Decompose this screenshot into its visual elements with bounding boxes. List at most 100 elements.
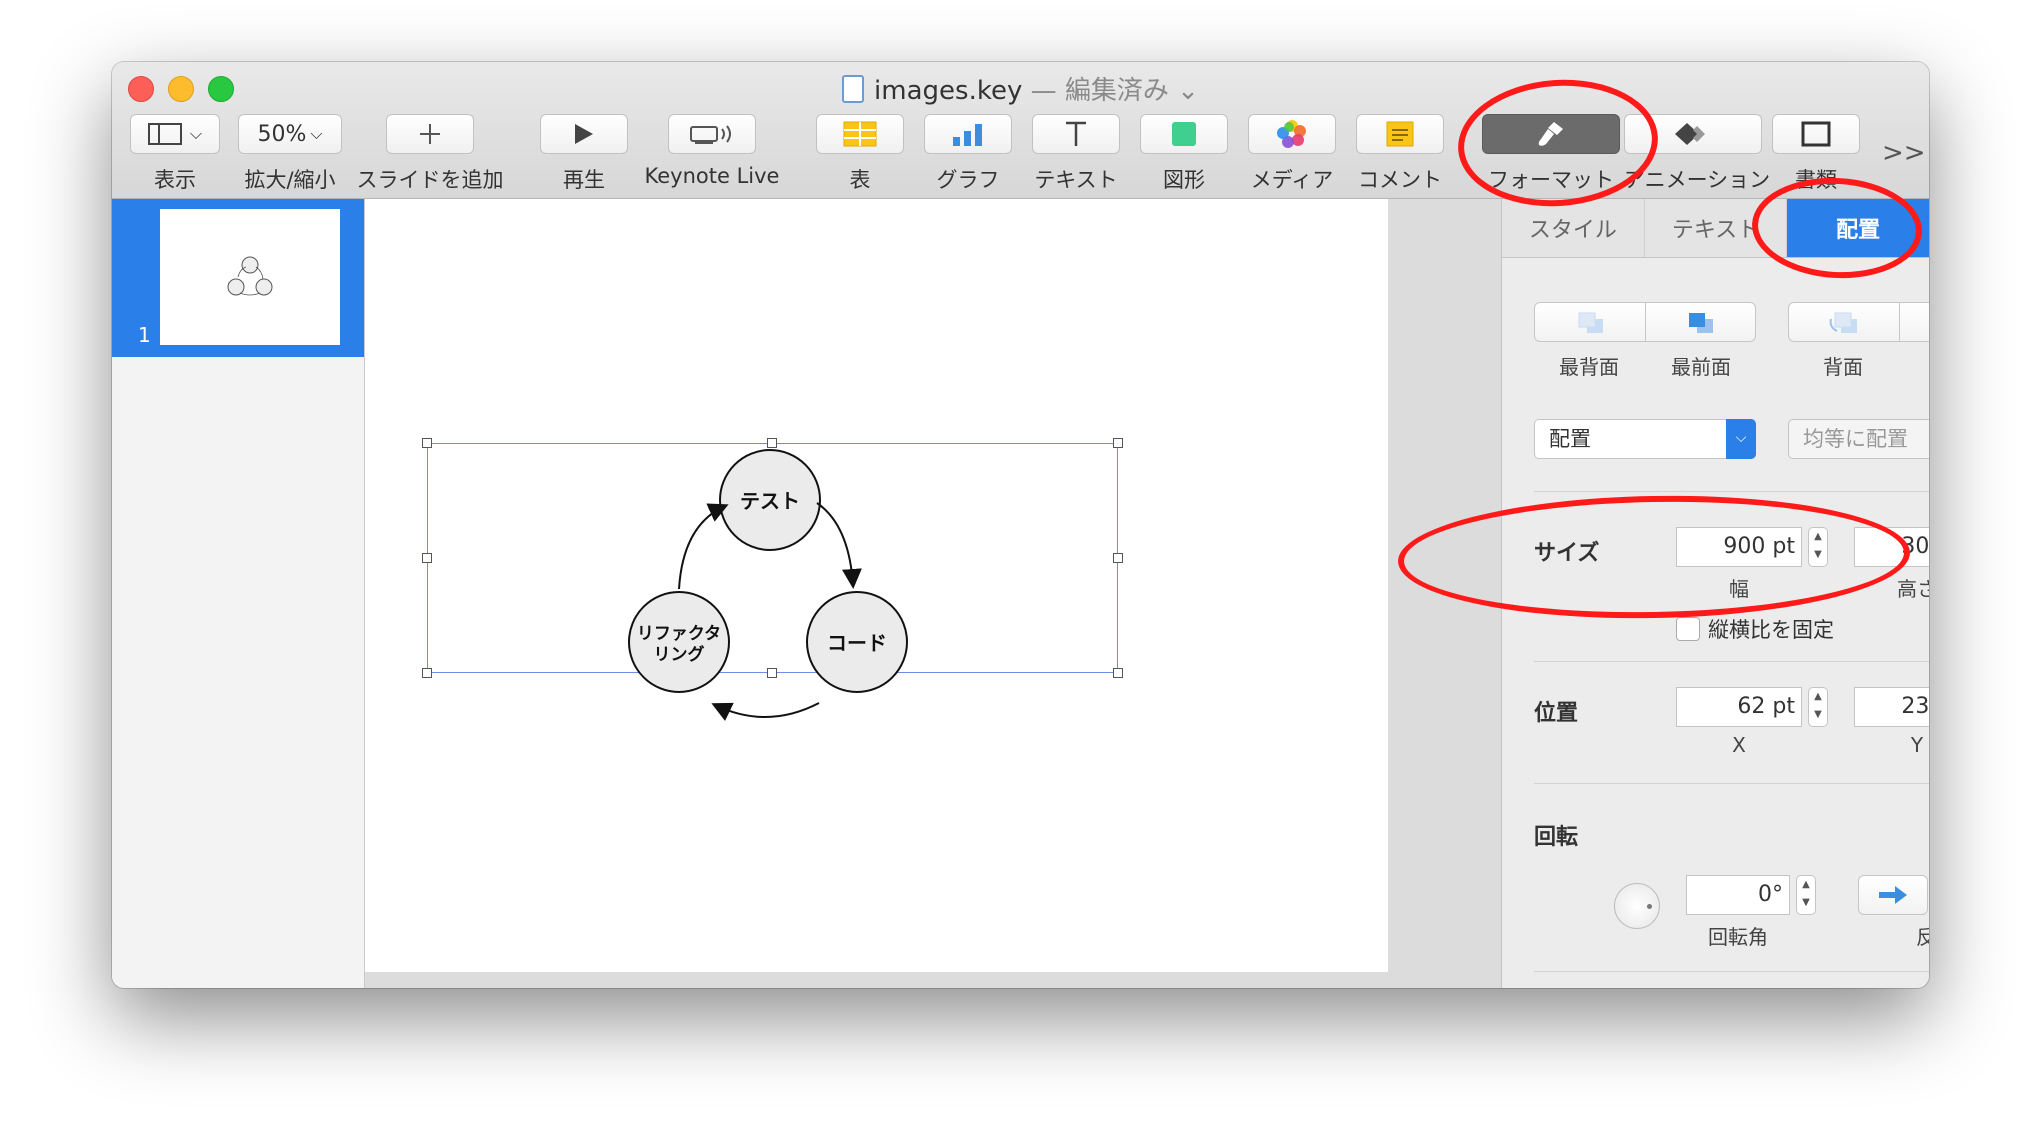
toolbar-table[interactable]: 表 bbox=[816, 114, 904, 194]
toolbar-add-slide[interactable]: スライドを追加 bbox=[357, 114, 504, 194]
window-title[interactable]: images.key — 編集済み ⌄ bbox=[112, 70, 1929, 107]
toolbar-chart[interactable]: グラフ bbox=[924, 114, 1012, 194]
order-segment-front-back bbox=[1534, 302, 1756, 342]
comment-button[interactable] bbox=[1356, 114, 1444, 154]
table-label: 表 bbox=[849, 168, 871, 192]
slide-thumbnail-selected[interactable]: 1 bbox=[112, 199, 364, 357]
add-slide-label: スライドを追加 bbox=[356, 168, 504, 192]
rotation-angle-field[interactable]: 0° bbox=[1686, 875, 1790, 915]
constrain-proportions-checkbox[interactable] bbox=[1676, 617, 1700, 641]
node-code-label: コード bbox=[827, 631, 887, 655]
rotation-knob[interactable] bbox=[1614, 883, 1660, 929]
table-icon bbox=[843, 121, 877, 147]
tdd-cycle-diagram: テスト コード リファクタ リング bbox=[628, 449, 908, 721]
media-button[interactable] bbox=[1248, 114, 1336, 154]
plus-icon bbox=[420, 124, 440, 144]
shape-icon bbox=[1172, 122, 1196, 146]
play-icon bbox=[575, 124, 593, 144]
toolbar-media[interactable]: メディア bbox=[1248, 114, 1336, 194]
view-label: 表示 bbox=[154, 168, 196, 192]
node-test-label: テスト bbox=[740, 489, 800, 513]
rotate-section-title: 回転 bbox=[1534, 825, 1579, 850]
edited-status: — 編集済み bbox=[1030, 76, 1169, 106]
send-to-back-label: 最背面 bbox=[1559, 355, 1619, 379]
bring-to-front-label: 最前面 bbox=[1671, 355, 1731, 379]
tab-style[interactable]: スタイル bbox=[1502, 199, 1645, 257]
view-button[interactable]: ⌵ bbox=[130, 114, 220, 154]
toolbar-view[interactable]: ⌵ 表示 bbox=[130, 114, 220, 194]
sidebar-view-icon bbox=[147, 123, 182, 145]
chevron-down-icon: ⌵ bbox=[189, 124, 203, 143]
slide-number: 1 bbox=[138, 323, 151, 347]
comment-icon bbox=[1386, 121, 1414, 147]
position-x-stepper[interactable]: ▲ ▼ bbox=[1808, 687, 1828, 727]
zoom-button[interactable]: 50% ⌵ bbox=[238, 114, 342, 154]
chart-icon bbox=[953, 124, 982, 146]
order-segment-forward-backward bbox=[1788, 302, 1929, 342]
toolbar-overflow-button[interactable]: >> bbox=[1882, 138, 1926, 168]
table-button[interactable] bbox=[816, 114, 904, 154]
document-name: images.key bbox=[874, 76, 1023, 106]
toolbar-text[interactable]: テキスト bbox=[1032, 114, 1120, 194]
thumbnail-diagram bbox=[227, 256, 273, 296]
add-slide-button[interactable] bbox=[386, 114, 474, 154]
position-x-field[interactable]: 62 pt bbox=[1676, 687, 1802, 727]
distribute-dropdown[interactable]: 均等に配置 ⌵ bbox=[1788, 419, 1929, 459]
divider bbox=[1534, 971, 1929, 972]
rotation-angle-label: 回転角 bbox=[1708, 925, 1768, 949]
backward-icon[interactable] bbox=[1827, 309, 1865, 337]
forward-label: 前面 bbox=[1900, 351, 1929, 380]
toolbar-play[interactable]: 再生 bbox=[540, 114, 628, 194]
chart-label: グラフ bbox=[936, 168, 1000, 192]
text-label: テキスト bbox=[1034, 168, 1118, 192]
position-x-label: X bbox=[1732, 733, 1746, 757]
node-refactor-label-line1: リファクタ bbox=[637, 624, 721, 644]
position-y-field[interactable]: 234 pt bbox=[1854, 687, 1929, 727]
media-label: メディア bbox=[1250, 168, 1334, 192]
shape-label: 図形 bbox=[1163, 168, 1205, 192]
toolbar-keynote-live[interactable]: Keynote Live bbox=[645, 114, 779, 188]
send-to-back-icon[interactable] bbox=[1575, 309, 1607, 337]
slide-thumbnail[interactable] bbox=[160, 209, 340, 345]
rotation-angle-stepper[interactable]: ▲ ▼ bbox=[1796, 875, 1816, 915]
divider bbox=[1534, 661, 1929, 662]
arrow-code-to-refactor bbox=[711, 702, 820, 721]
arrow-right-icon bbox=[1879, 886, 1907, 904]
zoom-label: 拡大/縮小 bbox=[244, 168, 336, 192]
align-dropdown[interactable]: 配置 ⌵ bbox=[1534, 419, 1756, 459]
text-icon bbox=[1066, 121, 1086, 146]
constrain-proportions-label: 縦横比を固定 bbox=[1708, 618, 1834, 642]
zoom-value: 50% bbox=[257, 121, 307, 147]
flip-horizontal-button[interactable] bbox=[1858, 875, 1928, 915]
animate-diamond-icon bbox=[1675, 123, 1705, 145]
distribute-dropdown-value: 均等に配置 bbox=[1803, 427, 1908, 451]
document-icon bbox=[1801, 121, 1831, 147]
rotation-knob-indicator bbox=[1647, 904, 1652, 909]
keynote-document-icon bbox=[842, 75, 865, 103]
chevron-down-icon: ⌄ bbox=[1177, 76, 1199, 106]
slide-canvas[interactable]: テスト コード リファクタ リング bbox=[365, 199, 1388, 972]
divider bbox=[1534, 783, 1929, 784]
play-button[interactable] bbox=[540, 114, 628, 154]
text-button[interactable] bbox=[1032, 114, 1120, 154]
toolbar-zoom[interactable]: 50% ⌵ 拡大/縮小 bbox=[238, 114, 342, 194]
shape-button[interactable] bbox=[1140, 114, 1228, 154]
keynote-live-icon bbox=[690, 125, 731, 144]
position-y-label: Y bbox=[1910, 733, 1924, 757]
slide-canvas-area: テスト コード リファクタ リング bbox=[365, 199, 1501, 988]
document-button[interactable] bbox=[1772, 114, 1860, 154]
play-label: 再生 bbox=[563, 168, 605, 192]
keynote-live-button[interactable] bbox=[668, 114, 756, 154]
node-refactor-label-line2: リング bbox=[654, 644, 705, 665]
bring-to-front-icon[interactable] bbox=[1685, 309, 1717, 337]
comment-label: コメント bbox=[1358, 168, 1442, 192]
backward-label: 背面 bbox=[1823, 355, 1863, 379]
arrow-refactor-to-test bbox=[678, 503, 729, 590]
chevron-down-icon: ⌵ bbox=[1726, 419, 1756, 459]
flip-label: 反転 bbox=[1916, 925, 1929, 949]
align-dropdown-value: 配置 bbox=[1549, 427, 1591, 451]
chart-button[interactable] bbox=[924, 114, 1012, 154]
keynote-live-label: Keynote Live bbox=[644, 164, 780, 188]
toolbar-comment[interactable]: コメント bbox=[1356, 114, 1444, 194]
toolbar-shape[interactable]: 図形 bbox=[1140, 114, 1228, 194]
